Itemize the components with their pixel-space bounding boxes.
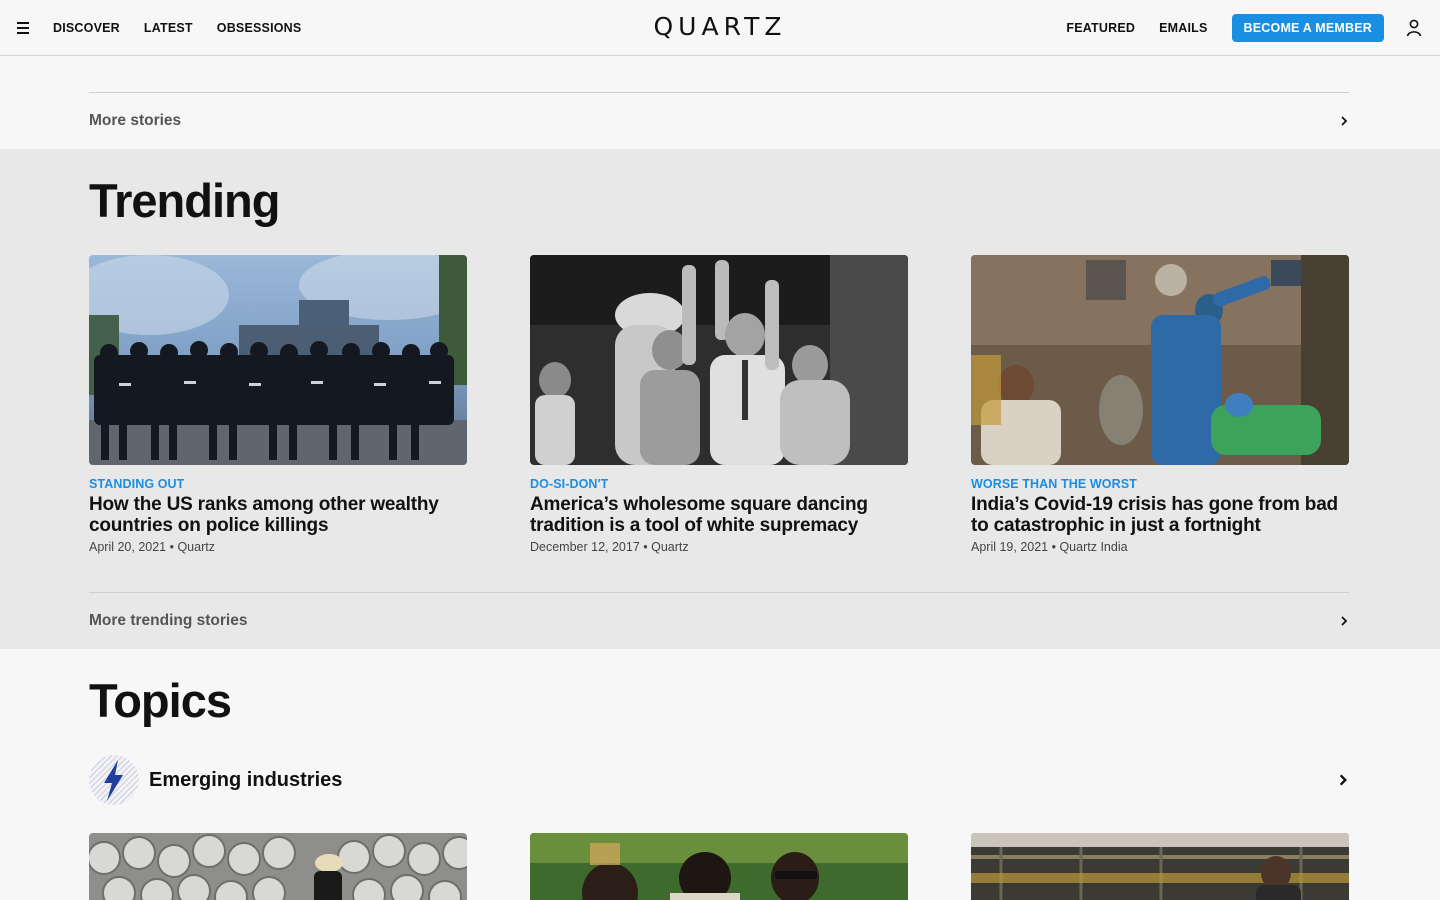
chevron-right-icon xyxy=(1341,615,1348,626)
card-kicker[interactable]: WORSE THAN THE WORST xyxy=(971,477,1349,491)
more-trending-link[interactable]: More trending stories xyxy=(89,592,1349,648)
hamburger-menu-icon[interactable] xyxy=(14,17,32,37)
card-headline[interactable]: India’s Covid-19 crisis has gone from ba… xyxy=(971,494,1349,536)
chevron-right-icon xyxy=(1339,774,1347,786)
nav-featured[interactable]: FEATURED xyxy=(1066,21,1135,35)
nav-obsessions[interactable]: OBSESSIONS xyxy=(217,21,302,35)
more-stories-link[interactable]: More stories xyxy=(89,92,1349,148)
nav-emails[interactable]: EMAILS xyxy=(1159,21,1207,35)
more-trending-label: More trending stories xyxy=(89,611,248,629)
topics-title: Topics xyxy=(89,674,232,727)
topic-story-image[interactable] xyxy=(89,833,467,900)
topic-story-image[interactable] xyxy=(530,833,908,900)
trending-card: WORSE THAN THE WORST India’s Covid-19 cr… xyxy=(971,255,1349,554)
square-dancing-image[interactable] xyxy=(530,255,908,465)
card-meta: December 12, 2017 • Quartz xyxy=(530,540,689,554)
secondary-nav: FEATURED EMAILS BECOME A MEMBER xyxy=(1066,0,1440,56)
trending-section: Trending STANDING OUT How the US ranks a… xyxy=(0,149,1440,649)
chevron-right-icon xyxy=(1341,115,1348,126)
topic-story-image[interactable] xyxy=(971,833,1349,900)
nav-discover[interactable]: DISCOVER xyxy=(53,21,120,35)
more-stories-label: More stories xyxy=(89,111,182,129)
police-line-image[interactable] xyxy=(89,255,467,465)
card-meta: April 20, 2021 • Quartz xyxy=(89,540,215,554)
card-headline[interactable]: America’s wholesome square dancing tradi… xyxy=(530,494,908,536)
topic-label: Emerging industries xyxy=(149,768,343,791)
hospital-ward-image[interactable] xyxy=(971,255,1349,465)
card-kicker[interactable]: DO-SI-DON'T xyxy=(530,477,908,491)
site-header: DISCOVER LATEST OBSESSIONS QUARTZ FEATUR… xyxy=(0,0,1440,56)
become-member-button[interactable]: BECOME A MEMBER xyxy=(1231,14,1384,42)
trending-card: STANDING OUT How the US ranks among othe… xyxy=(89,255,467,554)
topic-emerging-industries[interactable]: Emerging industries xyxy=(89,755,1349,805)
trending-card: DO-SI-DON'T America’s wholesome square d… xyxy=(530,255,908,554)
lightning-icon xyxy=(89,755,139,805)
nav-latest[interactable]: LATEST xyxy=(144,21,193,35)
card-meta: April 19, 2021 • Quartz India xyxy=(971,540,1128,554)
user-icon[interactable] xyxy=(1406,19,1422,37)
site-logo[interactable]: QUARTZ xyxy=(653,12,786,41)
trending-title: Trending xyxy=(89,174,280,227)
primary-nav: DISCOVER LATEST OBSESSIONS xyxy=(53,0,301,56)
card-kicker[interactable]: STANDING OUT xyxy=(89,477,467,491)
card-headline[interactable]: How the US ranks among other wealthy cou… xyxy=(89,494,467,536)
